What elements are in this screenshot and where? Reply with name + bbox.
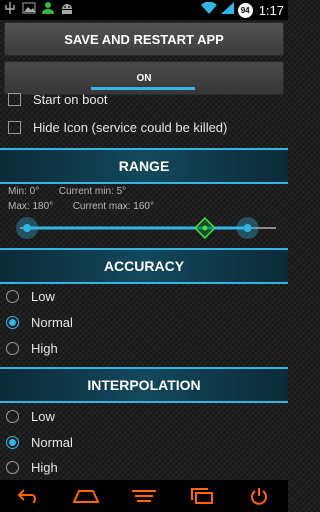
android-icon [60,1,74,19]
slider-min-thumb [16,217,39,239]
navigation-bar [0,480,288,512]
hide-icon-label: Hide Icon (service could be killed) [33,119,228,135]
accuracy-high-label: High [31,340,58,356]
accuracy-option-low[interactable]: Low [0,286,288,306]
range-current-max-label: Current max: 160° [72,201,154,212]
position-marker [193,217,216,239]
interpolation-normal-radio[interactable] [6,435,19,449]
power-icon[interactable] [239,482,279,510]
image-icon [22,1,36,19]
home-icon[interactable] [66,482,106,510]
battery-icon: 94 [237,2,253,18]
range-header: RANGE [0,148,288,184]
range-info-bottom: Max: 180° Current max: 160° [8,201,154,212]
interpolation-option-low[interactable]: Low [0,406,288,426]
accuracy-high-radio[interactable] [6,341,19,355]
accuracy-option-high[interactable]: High [0,338,288,358]
accuracy-normal-label: Normal [31,314,73,330]
range-info-top: Min: 0° Current min: 5° [8,186,126,197]
slider-max-thumb [236,217,259,239]
wifi-icon [200,1,217,19]
hide-icon-row[interactable]: Hide Icon (service could be killed) [0,115,288,139]
range-current-min-label: Current min: 5° [58,186,127,197]
accuracy-low-label: Low [31,288,55,304]
menu-icon[interactable] [124,482,164,510]
clock: 1:17 [258,2,284,18]
usb-icon [4,1,16,19]
interpolation-option-high[interactable]: High [0,457,288,477]
accuracy-option-normal[interactable]: Normal [0,312,288,332]
back-icon[interactable] [9,482,49,510]
interpolation-normal-label: Normal [31,434,73,450]
range-title: RANGE [118,158,170,174]
recent-apps-icon[interactable] [182,482,222,510]
interpolation-header: INTERPOLATION [0,367,288,403]
interpolation-title: INTERPOLATION [87,377,201,393]
signal-icon [220,1,234,19]
accuracy-header: ACCURACY [0,248,288,284]
accuracy-normal-radio[interactable] [6,315,19,329]
range-slider[interactable] [0,213,288,243]
accuracy-low-radio[interactable] [6,289,19,303]
interpolation-option-normal[interactable]: Normal [0,432,288,452]
hide-icon-checkbox[interactable] [8,120,21,134]
person-icon [42,1,54,19]
status-bar: 94 1:17 [0,0,288,20]
accuracy-title: ACCURACY [103,258,185,274]
range-min-label: Min: 0° [8,186,40,197]
start-on-boot-label: Start on boot [33,91,108,107]
start-on-boot-checkbox[interactable] [8,92,21,106]
interpolation-high-radio[interactable] [6,460,19,474]
toggle-label: ON [136,72,152,84]
start-on-boot-row[interactable]: Start on boot [0,90,288,108]
interpolation-low-radio[interactable] [6,409,19,423]
interpolation-high-label: High [31,459,58,475]
interpolation-low-label: Low [31,408,55,424]
save-restart-button[interactable]: SAVE AND RESTART APP [4,22,284,56]
range-max-label: Max: 180° [8,201,54,212]
